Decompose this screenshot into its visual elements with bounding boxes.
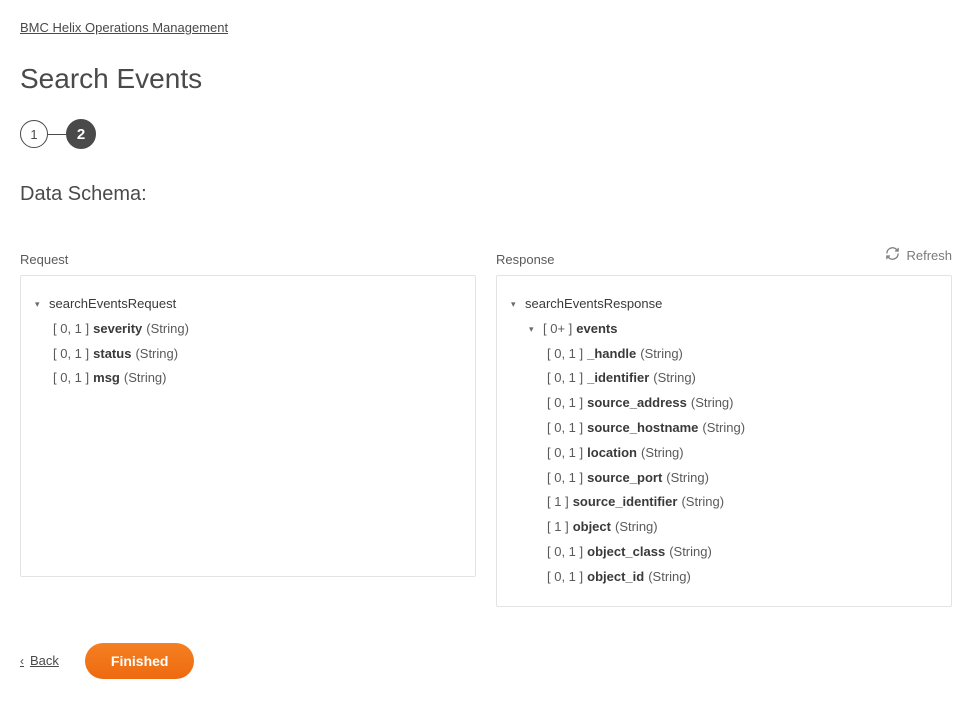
step-2[interactable]: 2 [66,119,96,149]
tree-cardinality: [ 0, 1 ] [547,393,583,414]
tree-field-type: (String) [135,344,178,365]
tree-cardinality: [ 0, 1 ] [547,344,583,365]
breadcrumb[interactable]: BMC Helix Operations Management [20,20,952,35]
tree-leaf[interactable]: [ 0, 1 ] object_class(String) [511,540,937,565]
tree-node-events[interactable]: ▾ [ 0+ ] events [511,317,937,342]
response-column: Response ▾ searchEventsResponse ▾ [ 0+ ]… [496,252,952,607]
tree-leaf[interactable]: [ 0, 1 ] object_id(String) [511,565,937,590]
chevron-down-icon: ▾ [529,322,538,336]
section-heading: Data Schema: [20,183,952,206]
tree-field-type: (String) [648,567,691,588]
tree-field-name: object_class [587,542,665,563]
tree-field-type: (String) [640,344,683,365]
tree-cardinality: [ 0+ ] [543,319,572,340]
tree-leaf[interactable]: [ 1 ] source_identifier(String) [511,490,937,515]
tree-leaf[interactable]: [ 0, 1 ] _identifier(String) [511,366,937,391]
tree-field-name: msg [93,368,120,389]
step-connector [48,134,66,135]
tree-field-name: source_port [587,468,662,489]
tree-leaf[interactable]: [ 0, 1 ] source_port(String) [511,466,937,491]
tree-leaf[interactable]: [ 1 ] object(String) [511,515,937,540]
response-panel: ▾ searchEventsResponse ▾ [ 0+ ] events [… [496,275,952,607]
tree-root[interactable]: ▾ searchEventsRequest [35,292,461,317]
tree-field-name: severity [93,319,142,340]
tree-leaf[interactable]: [ 0, 1 ] location(String) [511,441,937,466]
tree-cardinality: [ 1 ] [547,517,569,538]
tree-cardinality: [ 0, 1 ] [547,418,583,439]
tree-cardinality: [ 0, 1 ] [53,319,89,340]
request-panel: ▾ searchEventsRequest [ 0, 1 ] severity(… [20,275,476,577]
request-label: Request [20,252,476,267]
tree-field-type: (String) [641,443,684,464]
response-label: Response [496,252,952,267]
tree-leaf[interactable]: [ 0, 1 ] msg(String) [35,366,461,391]
chevron-down-icon: ▾ [35,297,44,311]
tree-leaf[interactable]: [ 0, 1 ] source_hostname(String) [511,416,937,441]
tree-node-name: events [576,319,617,340]
tree-cardinality: [ 0, 1 ] [547,468,583,489]
step-indicator: 1 2 [20,119,952,149]
tree-root[interactable]: ▾ searchEventsResponse [511,292,937,317]
tree-field-name: object_id [587,567,644,588]
tree-field-name: source_identifier [573,492,678,513]
page-title: Search Events [20,63,952,95]
tree-root-name: searchEventsResponse [525,294,662,315]
tree-field-type: (String) [653,368,696,389]
tree-field-name: source_address [587,393,687,414]
tree-field-name: object [573,517,611,538]
tree-leaf[interactable]: [ 0, 1 ] source_address(String) [511,391,937,416]
tree-field-name: location [587,443,637,464]
tree-field-type: (String) [669,542,712,563]
tree-field-type: (String) [702,418,745,439]
tree-field-type: (String) [146,319,189,340]
tree-field-type: (String) [124,368,167,389]
tree-cardinality: [ 0, 1 ] [547,567,583,588]
tree-cardinality: [ 0, 1 ] [547,368,583,389]
tree-leaf[interactable]: [ 0, 1 ] _handle(String) [511,342,937,367]
tree-root-name: searchEventsRequest [49,294,176,315]
tree-field-name: status [93,344,131,365]
tree-cardinality: [ 0, 1 ] [53,368,89,389]
tree-cardinality: [ 1 ] [547,492,569,513]
tree-field-name: _handle [587,344,636,365]
tree-field-name: source_hostname [587,418,698,439]
tree-cardinality: [ 0, 1 ] [547,443,583,464]
tree-field-type: (String) [691,393,734,414]
tree-field-name: _identifier [587,368,649,389]
step-1[interactable]: 1 [20,120,48,148]
tree-cardinality: [ 0, 1 ] [547,542,583,563]
tree-cardinality: [ 0, 1 ] [53,344,89,365]
request-column: Request ▾ searchEventsRequest [ 0, 1 ] s… [20,252,476,607]
tree-leaf[interactable]: [ 0, 1 ] severity(String) [35,317,461,342]
tree-field-type: (String) [681,492,724,513]
tree-field-type: (String) [666,468,709,489]
chevron-down-icon: ▾ [511,297,520,311]
tree-field-type: (String) [615,517,658,538]
tree-leaf[interactable]: [ 0, 1 ] status(String) [35,342,461,367]
